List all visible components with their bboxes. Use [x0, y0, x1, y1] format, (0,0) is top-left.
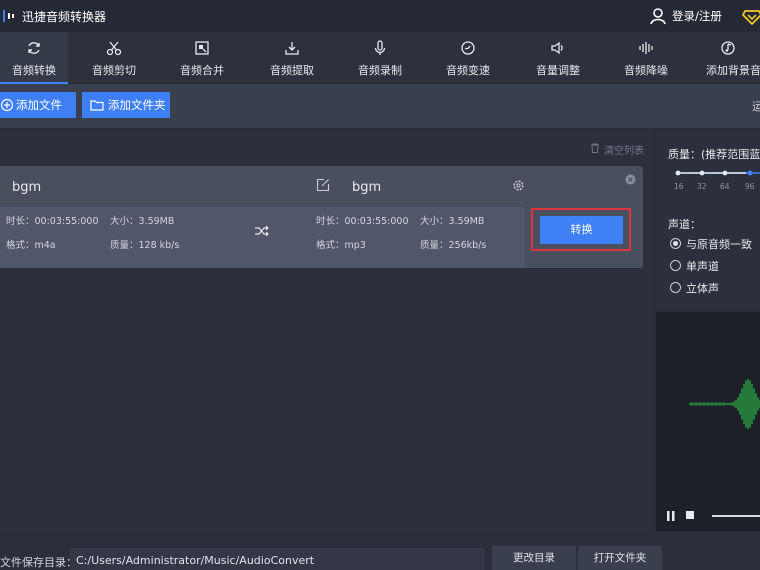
plus-circle-icon: [0, 98, 14, 112]
tab-label: 音频提取: [270, 64, 314, 77]
tab-audio-extract[interactable]: 音频提取: [254, 32, 330, 84]
tab-label: 音频剪切: [92, 64, 136, 77]
denoise-icon: [639, 42, 653, 54]
target-size: 大小：3.59MB: [420, 216, 485, 227]
quality-tick[interactable]: [747, 170, 753, 176]
user-icon[interactable]: [650, 7, 666, 25]
quality-label: 质量：(推荐范围蓝: [668, 148, 760, 161]
source-file-name: bgm: [12, 180, 42, 195]
merge-icon: [195, 41, 209, 55]
channel-option-label[interactable]: 单声道: [686, 258, 719, 274]
stop-icon[interactable]: [686, 511, 694, 519]
tab-audio-record[interactable]: 音频录制: [342, 32, 418, 84]
channel-radio-stereo[interactable]: [670, 282, 681, 293]
tab-audio-denoise[interactable]: 音频降噪: [608, 32, 684, 84]
output-settings-panel: 质量：(推荐范围蓝 16 32 64 96 声道： 与原音频一致 单声道 立体声: [656, 131, 760, 309]
channel-option-label[interactable]: 与原音频一致: [686, 236, 752, 252]
file-details: 时长：00:03:55:000 大小：3.59MB 格式：m4a 质量：128 …: [0, 207, 525, 268]
open-folder-button[interactable]: 打开文件夹: [578, 546, 662, 570]
tab-audio-convert[interactable]: 音频转换: [0, 32, 68, 84]
title-bar: 迅捷音频转换器 登录/注册: [0, 0, 760, 32]
folder-icon: [90, 100, 104, 111]
playback-progress-bar[interactable]: [712, 515, 760, 517]
change-directory-button[interactable]: 更改目录: [492, 546, 576, 570]
extract-icon: [285, 42, 299, 55]
channel-label: 声道：: [668, 218, 701, 231]
tab-volume-adjust[interactable]: 音量调整: [518, 32, 598, 84]
quality-tick-label: 32: [697, 182, 707, 191]
volume-icon: [551, 41, 563, 55]
quality-tick[interactable]: [699, 170, 705, 176]
gear-icon[interactable]: [512, 179, 525, 192]
target-file-name[interactable]: bgm: [352, 180, 381, 195]
clear-list-button[interactable]: 清空列表: [590, 142, 644, 157]
app-logo-icon: [3, 10, 14, 22]
channel-radio-mono[interactable]: [670, 260, 681, 271]
waveform: [689, 379, 760, 429]
tab-label: 音频变速: [446, 64, 490, 77]
shuffle-icon: [255, 225, 269, 237]
add-file-button[interactable]: 添加文件: [0, 92, 76, 118]
quality-tick-label: 96: [745, 182, 755, 191]
audio-preview-panel: [656, 312, 760, 531]
source-duration: 时长：00:03:55:000: [6, 216, 99, 227]
quality-slider[interactable]: 16 32 64 96: [656, 167, 760, 197]
feature-nav: 音频转换 音频剪切 音频合并 音频提取 音频录制 音频变速 音量调整 音频降噪 …: [0, 32, 760, 84]
channel-option-label[interactable]: 立体声: [686, 280, 719, 296]
quality-tick[interactable]: [675, 170, 681, 176]
target-duration: 时长：00:03:55:000: [316, 216, 409, 227]
channel-radio-original[interactable]: [670, 238, 681, 249]
login-register-link[interactable]: 登录/注册: [672, 8, 722, 24]
add-file-label: 添加文件: [16, 98, 62, 112]
app-title: 迅捷音频转换器: [22, 10, 107, 24]
target-format: 格式：mp3: [316, 240, 366, 251]
tab-label: 音频转换: [12, 64, 56, 77]
add-folder-button[interactable]: 添加文件夹: [82, 92, 170, 118]
file-item-card[interactable]: bgm bgm 时长：00:03:55:000 大小：3.59MB 格式：m4a…: [0, 166, 643, 268]
pause-icon[interactable]: [666, 511, 676, 521]
speed-icon: [461, 41, 475, 55]
tab-audio-merge[interactable]: 音频合并: [164, 32, 240, 84]
trash-icon: [591, 143, 599, 153]
file-list-area: 清空列表 bgm bgm 时长：00:03:55:000 大小：3.59MB 格…: [0, 131, 652, 531]
tab-label: 音频录制: [358, 64, 402, 77]
save-path-field[interactable]: C:/Users/Administrator/Music/AudioConver…: [70, 548, 485, 570]
scissors-icon: [106, 41, 122, 56]
save-directory-label: 文件保存目录：: [0, 556, 77, 569]
tab-add-background-music[interactable]: 添加背景音: [696, 32, 760, 84]
tab-audio-speed[interactable]: 音频变速: [430, 32, 506, 84]
tab-label: 添加背景音: [706, 64, 760, 77]
source-quality: 质量：128 kb/s: [110, 240, 180, 251]
toolbar-overflow-text[interactable]: 运: [752, 98, 760, 114]
bottom-bar: 文件保存目录： C:/Users/Administrator/Music/Aud…: [0, 534, 760, 570]
target-quality: 质量：256kb/s: [420, 240, 487, 251]
refresh-icon: [28, 42, 40, 54]
tab-label: 音频合并: [180, 64, 224, 77]
quality-tick-label: 64: [720, 182, 730, 191]
tab-audio-cut[interactable]: 音频剪切: [76, 32, 152, 84]
tab-label: 音量调整: [536, 64, 580, 77]
music-note-icon: [721, 41, 735, 55]
source-format: 格式：m4a: [6, 240, 56, 251]
microphone-icon: [374, 40, 386, 55]
convert-button[interactable]: 转换: [540, 216, 623, 244]
tab-label: 音频降噪: [624, 64, 668, 77]
quality-tick[interactable]: [722, 170, 728, 176]
close-icon[interactable]: [625, 174, 636, 185]
clear-list-label: 清空列表: [604, 146, 644, 157]
toolbar: 添加文件 添加文件夹 运: [0, 84, 760, 128]
add-folder-label: 添加文件夹: [108, 98, 166, 112]
edit-icon[interactable]: [316, 178, 330, 192]
save-path-text: C:/Users/Administrator/Music/AudioConver…: [76, 554, 315, 567]
source-size: 大小：3.59MB: [110, 216, 175, 227]
quality-tick-label: 16: [674, 182, 684, 191]
vip-diamond-icon[interactable]: [742, 7, 760, 25]
